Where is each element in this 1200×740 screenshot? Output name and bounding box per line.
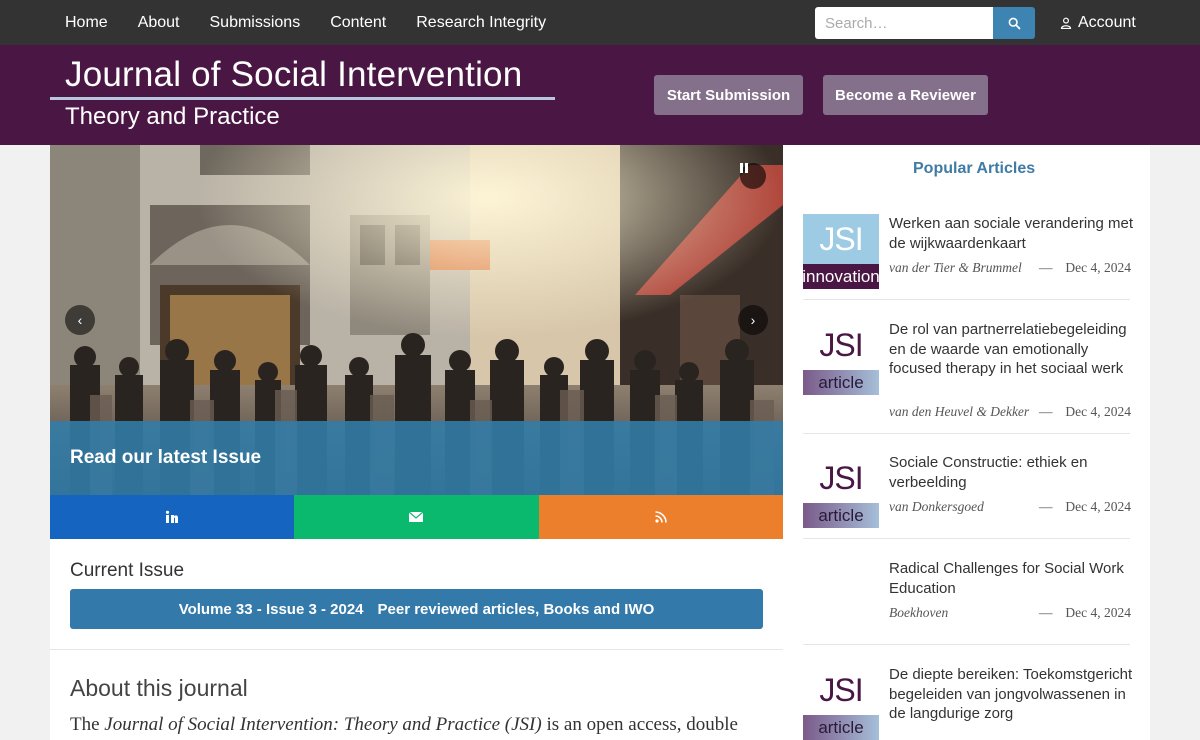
article-meta: van den Heuvel & Dekker — Dec 4, 2024 <box>889 404 1131 420</box>
article-title[interactable]: De rol van partnerrelatiebegeleiding en … <box>889 320 1134 379</box>
article-title[interactable]: De diepte bereiken: Toekomstgericht bege… <box>889 665 1134 724</box>
current-issue-section: Current Issue <box>70 560 184 582</box>
hero-caption-text: Read our latest Issue <box>70 447 262 468</box>
about-text: The Journal of Social Intervention: Theo… <box>70 712 770 738</box>
about-journal-name: Journal of Social Intervention: Theory a… <box>104 714 542 735</box>
start-submission-button[interactable]: Start Submission <box>654 75 803 115</box>
meta-dash: — <box>1039 605 1053 620</box>
about-text-suffix: is an open access, double <box>541 714 738 735</box>
article-authors: van Donkersgoed <box>889 499 984 514</box>
meta-dash: — <box>1039 260 1053 275</box>
current-issue-link[interactable]: Volume 33 - Issue 3 - 2024 Peer reviewed… <box>70 589 763 629</box>
popular-article[interactable]: Radical Challenges for Social Work Educa… <box>803 559 1131 639</box>
envelope-icon <box>409 512 424 522</box>
section-divider <box>50 649 783 650</box>
thumb-label-bottom: article <box>803 370 879 395</box>
email-share-button[interactable] <box>294 495 539 539</box>
title-divider <box>50 97 555 100</box>
nav-home[interactable]: Home <box>50 0 123 45</box>
popular-articles-heading: Popular Articles <box>913 160 1036 177</box>
about-text-prefix: The <box>70 714 105 735</box>
popular-article[interactable]: JSI innovation Werken aan sociale verand… <box>802 214 1134 294</box>
article-meta: Boekhoven — Dec 4, 2024 <box>889 605 1131 621</box>
become-reviewer-button[interactable]: Become a Reviewer <box>823 75 988 115</box>
article-thumbnail: JSI article <box>803 665 879 740</box>
pause-button[interactable] <box>740 163 766 189</box>
top-navigation: Home About Submissions Content Research … <box>0 0 1200 45</box>
search-form <box>815 7 1035 39</box>
carousel-prev-button[interactable]: ‹ <box>65 305 95 335</box>
article-divider <box>803 433 1130 434</box>
search-button[interactable] <box>993 7 1035 39</box>
article-meta: van Donkersgoed — Dec 4, 2024 <box>889 499 1131 515</box>
thumb-label-bottom: article <box>803 715 879 740</box>
issue-description: Peer reviewed articles, Books and IWO <box>377 600 655 618</box>
masthead: Journal of Social Intervention Theory an… <box>0 45 1200 145</box>
thumb-label-top: JSI <box>803 214 879 264</box>
meta-dash: — <box>1039 404 1053 419</box>
user-icon <box>1060 17 1072 29</box>
meta-dash: — <box>1039 499 1053 514</box>
thumb-label-bottom: innovation <box>802 264 880 289</box>
article-thumbnail: JSI innovation <box>802 214 880 289</box>
article-date: Dec 4, 2024 <box>1065 404 1131 419</box>
share-bar <box>50 495 783 539</box>
nav-links: Home About Submissions Content Research … <box>50 0 561 45</box>
nav-submissions[interactable]: Submissions <box>195 0 316 45</box>
chevron-right-icon: › <box>750 312 756 328</box>
article-thumbnail: JSI article <box>803 453 879 528</box>
account-label: Account <box>1078 13 1136 31</box>
journal-title: Journal of Social Intervention <box>65 55 523 94</box>
article-divider <box>803 299 1130 300</box>
carousel-next-button[interactable]: › <box>738 305 768 335</box>
article-authors: van den Heuvel & Dekker <box>889 404 1030 419</box>
current-issue-heading: Current Issue <box>70 560 185 581</box>
rss-icon <box>655 511 667 523</box>
article-title[interactable]: Werken aan sociale verandering met de wi… <box>889 214 1134 253</box>
about-heading: About this journal <box>70 675 248 701</box>
article-date: Dec 4, 2024 <box>1065 499 1131 514</box>
main-content: ‹ › Read our latest Issue Current Issue … <box>50 145 783 740</box>
nav-research-integrity[interactable]: Research Integrity <box>401 0 561 45</box>
search-icon <box>1008 17 1021 30</box>
article-divider <box>803 538 1130 539</box>
article-date: Dec 4, 2024 <box>1065 605 1131 620</box>
popular-article[interactable]: JSI article De rol van partnerrelatiebeg… <box>803 320 1131 420</box>
linkedin-share-button[interactable] <box>50 495 295 539</box>
article-divider <box>803 644 1130 645</box>
article-authors: van der Tier & Brummel <box>889 260 1022 275</box>
journal-subtitle: Theory and Practice <box>65 103 280 130</box>
thumb-label-top: JSI <box>803 320 879 370</box>
account-link[interactable]: Account <box>1060 0 1136 45</box>
popular-articles-sidebar: Popular Articles JSI innovation Werken a… <box>783 145 1150 740</box>
popular-article[interactable]: JSI article De diepte bereiken: Toekomst… <box>803 665 1134 740</box>
nav-content[interactable]: Content <box>315 0 401 45</box>
article-date: Dec 4, 2024 <box>1065 260 1131 275</box>
rss-feed-button[interactable] <box>538 495 783 539</box>
linkedin-icon <box>166 510 179 523</box>
pause-icon <box>740 163 748 173</box>
article-authors: Boekhoven <box>889 605 949 620</box>
chevron-left-icon: ‹ <box>77 312 83 328</box>
article-title[interactable]: Radical Challenges for Social Work Educa… <box>889 559 1134 598</box>
thumb-label-bottom: article <box>803 503 879 528</box>
hero-carousel: ‹ › Read our latest Issue <box>50 145 783 495</box>
popular-article[interactable]: JSI article Sociale Constructie: ethiek … <box>803 453 1131 533</box>
article-thumbnail: JSI article <box>803 320 879 395</box>
thumb-label-top: JSI <box>803 665 879 715</box>
search-input[interactable] <box>815 7 993 39</box>
hero-caption[interactable]: Read our latest Issue <box>50 421 783 495</box>
journal-brand[interactable]: Journal of Social Intervention Theory an… <box>50 53 555 131</box>
nav-about[interactable]: About <box>123 0 195 45</box>
article-meta: van der Tier & Brummel — Dec 4, 2024 <box>889 260 1131 276</box>
article-title[interactable]: Sociale Constructie: ethiek en verbeeldi… <box>889 453 1134 492</box>
issue-volume: Volume 33 - Issue 3 - 2024 <box>178 600 364 618</box>
thumb-label-top: JSI <box>803 453 879 503</box>
